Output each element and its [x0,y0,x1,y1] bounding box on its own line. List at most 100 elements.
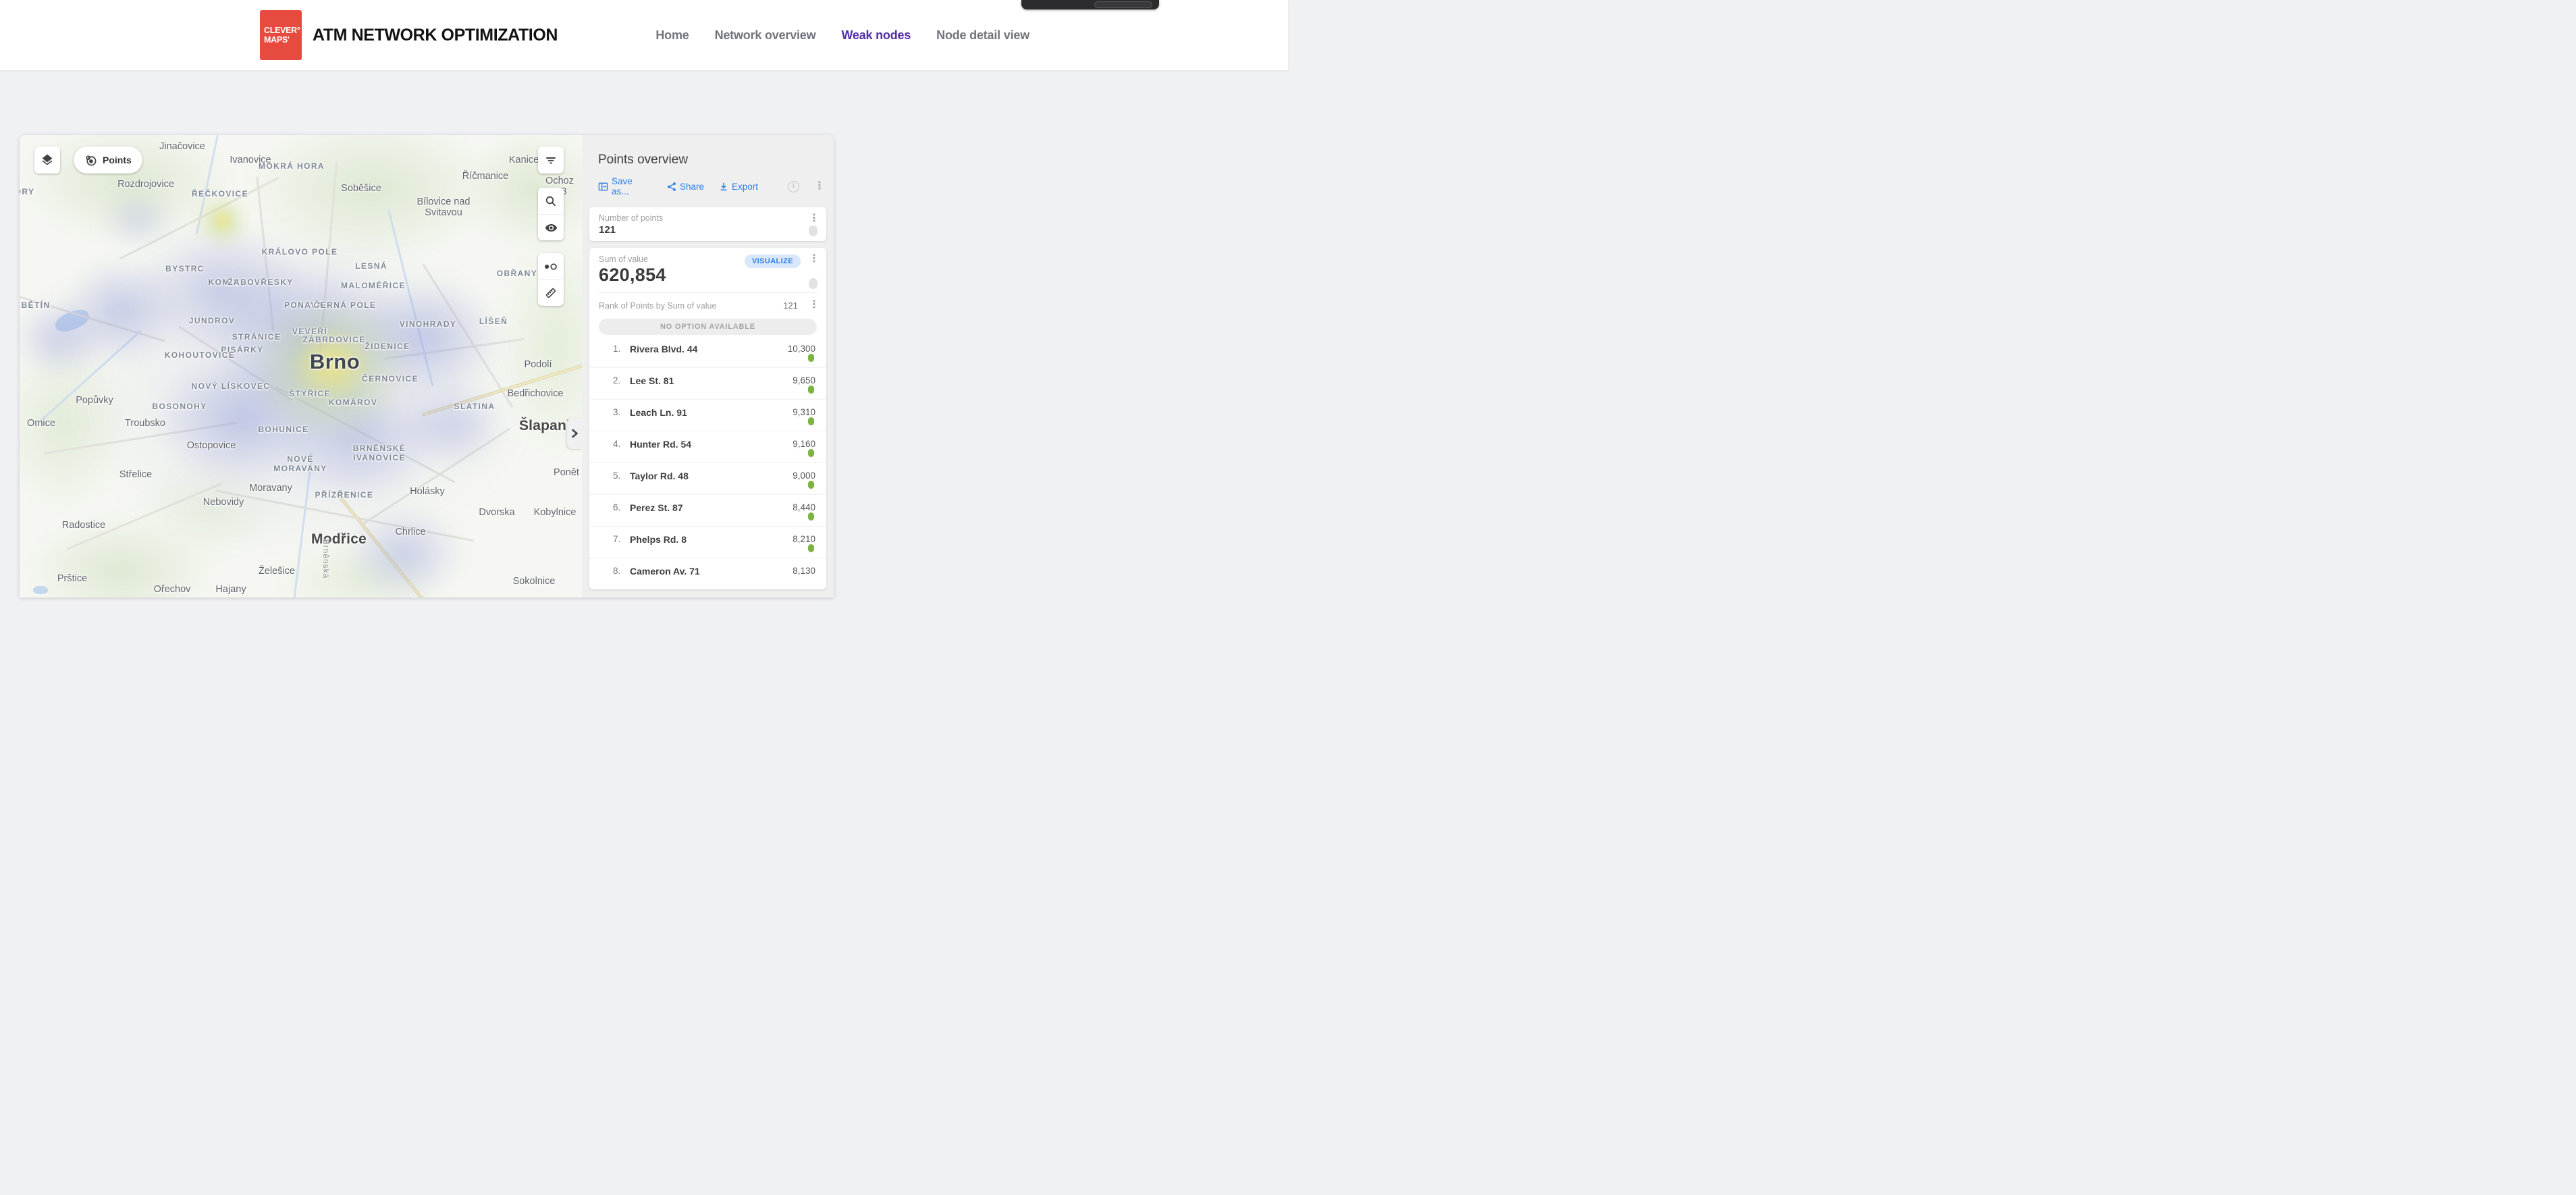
map-label: ŠTÝŘICE [289,389,331,398]
map-label: KOHOUTOVICE [165,350,236,360]
collapse-panel-button[interactable] [567,418,582,449]
rank-row[interactable]: 8.Cameron Av. 718,130 [589,558,826,589]
rank-value: 8,210 [793,534,815,544]
card-kebab-icon[interactable]: ⋮ [809,254,820,265]
rank-row[interactable]: 2.Lee St. 819,650 [589,368,826,400]
map-label: Brno [310,350,360,374]
main-nav: Home Network overview Weak nodes Node detai… [655,0,1029,70]
rank-row[interactable]: 6.Perez St. 878,440 [589,495,826,527]
rank-name: Leach Ln. 91 [630,407,687,418]
content-area: JinačoviceIvanoviceMOKRÁ HORAKaniceRozdr… [0,70,1288,598]
number-of-points-card: Number of points 121 ⋮ [589,207,826,241]
export-icon [719,182,728,192]
map-label: Bílovice nad Svitavou [417,196,471,218]
app-title: ATM NETWORK OPTIMIZATION [313,26,558,45]
rank-row[interactable]: 5.Taylor Rd. 489,000 [589,463,826,495]
rank-value: 9,160 [793,439,815,449]
points-overview-panel: Points overview Save as... Share [582,135,834,598]
map-label: Bedřichovice [507,388,563,399]
logo-line1: CLEVER° [264,26,302,35]
chevron-right-icon [571,429,579,438]
nav-home[interactable]: Home [655,28,689,43]
save-as-link[interactable]: Save as... [598,176,652,196]
rank-count: 121 [783,300,798,311]
map-tool-group-compare [538,253,564,306]
map-label: KOMÁROV [329,398,377,407]
rank-number: 1. [613,344,630,354]
sum-of-value-card: Sum of value 620,854 VISUALIZE ⋮ Rank of… [589,248,826,589]
map-label: Prštice [57,573,87,584]
lake [53,306,92,336]
map-label: ŽEBĚTÍN [20,300,51,310]
map-label: Jinačovice [159,141,205,152]
points-layer-button[interactable]: Points [74,147,142,174]
eye-icon [545,221,558,234]
nav-weak-nodes[interactable]: Weak nodes [841,28,911,43]
map-label: Ořechov [154,584,191,595]
map-label: BYSTRC [165,264,205,273]
compare-points-button[interactable] [538,253,564,280]
rank-name: Hunter Rd. 54 [630,439,691,450]
logo-line2: MAPS' [264,35,302,45]
share-link[interactable]: Share [667,182,704,192]
card-kebab-icon[interactable]: ⋮ [809,300,820,311]
clevermaps-logo: CLEVER° MAPS' [260,10,302,60]
map-label: Dvorska [479,507,514,518]
map-label: PISÁRKY [221,345,263,354]
share-label: Share [680,182,704,192]
map-label: VINOHRADY [400,319,457,329]
map-label: Soběšice [341,183,381,194]
dark-toolbar-fragment [1021,0,1159,9]
panel-kebab-icon[interactable]: ⋮ [814,181,825,192]
map-label: Omice [27,418,55,429]
map-label: Sokolnice [513,576,556,587]
map-label: ŽIDENICE [365,342,410,351]
rank-indicator-dot [808,449,814,457]
nav-network-overview[interactable]: Network overview [715,28,816,43]
map-label: Troubsko [125,418,165,429]
map-label: Kanice [509,155,539,165]
indicator-dot [809,225,817,236]
rank-indicator-dot [808,544,814,552]
rank-row[interactable]: 7.Phelps Rd. 88,210 [589,527,826,558]
map-label: KRÁLOVO POLE [262,247,338,257]
layers-button[interactable] [34,147,60,174]
map-label: Holásky [410,486,445,497]
map-label: Rozdrojovice [117,179,174,190]
export-link[interactable]: Export [719,182,758,192]
rank-indicator-dot [808,512,814,521]
map-label: Želešice [259,566,295,577]
map-canvas[interactable]: JinačoviceIvanoviceMOKRÁ HORAKaniceRozdr… [20,135,582,598]
filter-button[interactable] [538,147,564,174]
map-label: JUNDROV [189,316,235,325]
search-button[interactable] [538,188,564,214]
map-label: MOKRÁ HORA [259,161,325,171]
rank-indicator-dot [808,354,814,362]
visibility-button[interactable] [538,214,564,240]
rank-row[interactable]: 3.Leach Ln. 919,310 [589,400,826,431]
rank-label: Rank of Points by Sum of value [599,301,716,311]
map-label: ČERNOVICE [362,374,419,383]
map-label: Střelice [119,469,152,480]
rank-value: 9,000 [793,471,815,481]
rank-row[interactable]: 4.Hunter Rd. 549,160 [589,431,826,463]
visualize-chip[interactable]: VISUALIZE [745,255,801,268]
rank-value: 9,650 [793,375,815,386]
nav-node-detail-view[interactable]: Node detail view [936,28,1029,43]
map-label: BRNĚNSKÉ IVANOVICE [353,444,406,462]
map-label: Nebovidy [203,497,244,508]
sum-of-value-section: Sum of value 620,854 VISUALIZE ⋮ [589,248,826,292]
rank-row[interactable]: 1.Rivera Blvd. 4410,300 [589,336,826,368]
card-kebab-icon[interactable]: ⋮ [809,213,820,224]
rank-name: Lee St. 81 [630,375,674,386]
info-icon[interactable]: i [788,181,799,192]
save-as-icon [598,182,608,192]
map-label: SLATINA [454,402,495,411]
search-icon [545,195,557,207]
dark-toolbar-button [1094,1,1152,8]
map-label: ČERNÁ POLE [314,300,377,310]
highway [336,492,520,598]
map-label: Chrlice [395,527,425,537]
measure-button[interactable] [538,280,564,306]
rank-indicator-dot [808,417,814,425]
